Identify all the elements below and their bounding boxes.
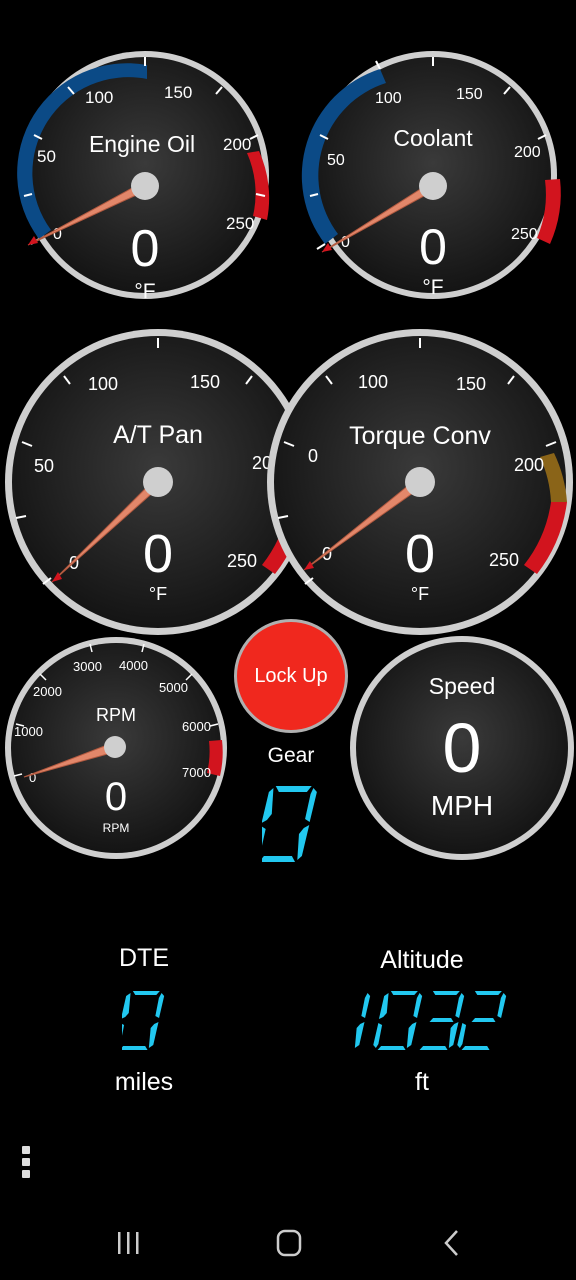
system-navigation-bar — [0, 1200, 576, 1280]
gauge-unit: °F — [422, 276, 443, 299]
gauge-title: A/T Pan — [113, 421, 203, 449]
tick-label: 6000 — [182, 719, 211, 734]
tick-label: 0 — [308, 446, 318, 466]
gauge-unit: RPM — [103, 821, 130, 835]
tick-label: 3000 — [73, 659, 102, 674]
svg-text:0: 0 — [262, 784, 271, 788]
gauge-unit: MPH — [431, 790, 493, 821]
gauge-value: 0 — [443, 709, 482, 787]
gauge-value: 0 — [105, 775, 127, 819]
tick-label: 200 — [223, 135, 251, 154]
tick-label: 5000 — [159, 680, 188, 695]
tick-label: 2000 — [33, 684, 62, 699]
gear-digital-value: 0 — [253, 784, 324, 871]
tick-label: 50 — [34, 456, 54, 476]
tick-label: 200 — [514, 455, 544, 475]
tick-label: 50 — [37, 147, 56, 166]
tick-label: 250 — [489, 550, 519, 570]
tick-label: 150 — [164, 83, 192, 102]
tick-label: 100 — [88, 374, 118, 394]
tick-label: 100 — [358, 372, 388, 392]
tick-label: 250 — [226, 214, 254, 233]
dte-digital-value: 0 — [115, 990, 168, 1057]
lock-up-button[interactable]: Lock Up — [234, 619, 348, 733]
gauge-unit: °F — [134, 280, 155, 300]
tick-label: 200 — [514, 144, 541, 161]
altitude-unit: ft — [415, 1068, 429, 1096]
altitude-label: Altitude — [380, 946, 464, 974]
recents-icon[interactable] — [108, 1226, 148, 1260]
gauge-value: 0 — [143, 524, 173, 584]
gauge-title: Coolant — [393, 125, 473, 151]
tick-label: 7000 — [182, 765, 211, 780]
tick-label: 4000 — [119, 658, 148, 673]
dte-label: DTE — [119, 944, 169, 972]
gauge-value: 0 — [405, 524, 435, 584]
lock-up-label: Lock Up — [254, 664, 328, 687]
gauge-title: RPM — [96, 705, 136, 725]
torque-conv-gauge[interactable]: 0 0 100 150 200 250 Torque Conv 0 °F — [264, 326, 576, 638]
speed-gauge[interactable]: Speed 0 MPH — [348, 634, 576, 862]
home-icon[interactable] — [269, 1226, 309, 1260]
tick-label: 150 — [456, 374, 486, 394]
svg-text:1032: 1032 — [344, 990, 380, 994]
tick-label: 250 — [511, 226, 538, 243]
coolant-gauge[interactable]: 0 50 100 150 200 250 Coolant 0 °F — [292, 44, 576, 300]
altitude-digital-value: 1032 — [344, 990, 508, 1057]
gauge-value: 0 — [419, 219, 447, 275]
back-icon[interactable] — [432, 1226, 472, 1260]
gauge-value: 0 — [131, 220, 160, 278]
tick-label: 50 — [327, 152, 345, 169]
tick-label: 100 — [85, 88, 113, 107]
gauge-title: Engine Oil — [89, 131, 195, 157]
gauge-unit: °F — [411, 584, 429, 604]
gauge-title: Torque Conv — [349, 422, 491, 450]
engine-oil-gauge[interactable]: 0 50 100 150 200 250 Engine Oil 0 °F — [4, 44, 288, 300]
tick-label: 250 — [227, 551, 257, 571]
gauge-title: Speed — [429, 673, 496, 699]
gear-label: Gear — [267, 744, 315, 767]
tick-label: 100 — [375, 90, 402, 107]
gauge-unit: °F — [149, 584, 167, 604]
tick-label: 150 — [456, 86, 483, 103]
svg-text:0: 0 — [122, 990, 131, 994]
dte-unit: miles — [114, 1068, 174, 1096]
tick-label: 1000 — [14, 724, 43, 739]
more-vert-icon[interactable] — [19, 1146, 33, 1180]
rpm-gauge[interactable]: 0 1000 2000 3000 4000 5000 6000 7000 RPM… — [2, 634, 230, 862]
tick-label: 150 — [190, 372, 220, 392]
